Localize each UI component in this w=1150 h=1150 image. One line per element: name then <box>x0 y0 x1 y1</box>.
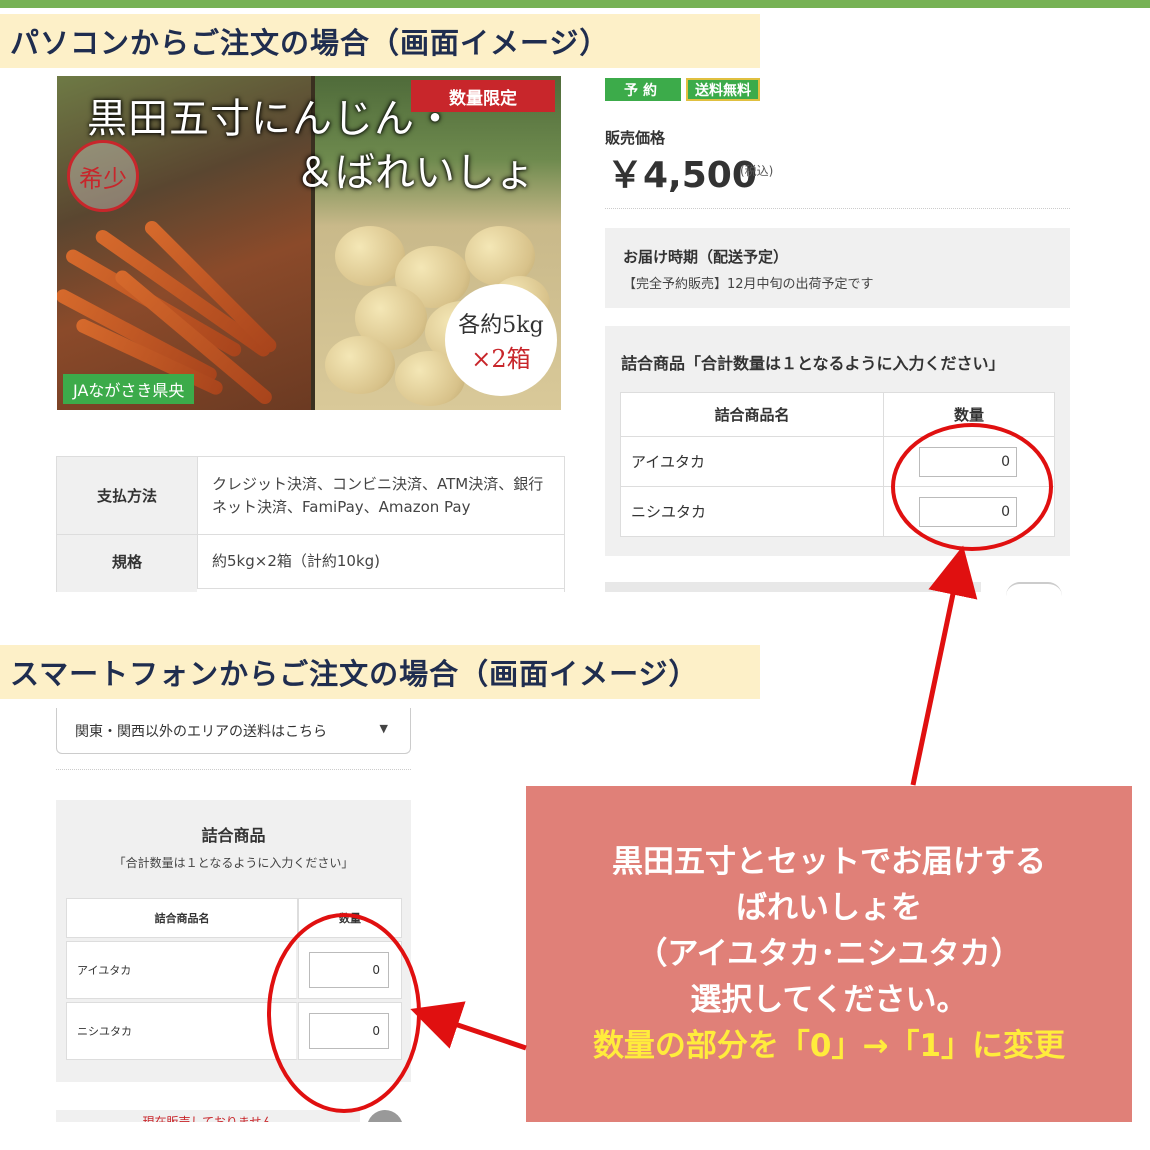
table-row: ニシユタカ 0 <box>620 486 1055 537</box>
cart-button-partial[interactable] <box>605 582 981 592</box>
table-row: 規格 約5kg×2箱（計約10kg) <box>56 534 565 589</box>
table-row: 支払方法 クレジット決済、コンビニ決済、ATM決済、銀行ネット決済、FamiPa… <box>56 456 565 535</box>
quantity-cell: 0 <box>883 486 1055 537</box>
weight-line1: 各約5kg <box>458 312 544 338</box>
col-quantity: 数量 <box>883 392 1055 437</box>
favorite-button-partial[interactable] <box>1006 582 1062 596</box>
table-row: アイユタカ 0 <box>66 941 402 999</box>
quantity-input[interactable]: 0 <box>309 952 389 988</box>
sp-section-heading: スマートフォンからご注文の場合（画面イメージ） <box>0 645 760 699</box>
col-product-name: 詰合商品名 <box>66 898 298 938</box>
table-row: アイユタカ 0 <box>620 436 1055 487</box>
table-header-row: 詰合商品名 数量 <box>66 898 402 938</box>
delivery-label: お届け時期（配送予定） <box>623 248 789 266</box>
annotation-callout: 黒田五寸とセットでお届けする ばれいしょを （アイユタカ･ニシユタカ） 選択して… <box>526 786 1132 1122</box>
sp-assortment-table: 詰合商品名 数量 アイユタカ 0 ニシユタカ 0 <box>66 895 402 1063</box>
delivery-info: お届け時期（配送予定） 【完全予約販売】12月中旬の出荷予定です <box>605 228 1070 308</box>
sp-assortment-title: 詰合商品 <box>201 826 266 845</box>
product-name: ニシユタカ <box>66 1002 298 1060</box>
quantity-input[interactable]: 0 <box>919 496 1017 527</box>
annotation-line: ばれいしょを <box>736 890 922 926</box>
quantity-input[interactable]: 0 <box>309 1013 389 1049</box>
product-name: アイユタカ <box>620 436 884 487</box>
free-shipping-badge: 送料無料 <box>686 78 760 101</box>
heart-icon[interactable] <box>367 1110 403 1122</box>
arrow-to-pc <box>910 545 978 786</box>
quantity-input[interactable]: 0 <box>919 446 1017 477</box>
pc-assortment-table: 詰合商品名 数量 アイユタカ 0 ニシユタカ 0 <box>620 392 1055 537</box>
sp-assortment-panel: 詰合商品 「合計数量は１となるように入力ください」 詰合商品名 数量 アイユタカ… <box>56 800 411 1082</box>
divider <box>605 208 1070 209</box>
price-label: 販売価格 <box>605 129 666 147</box>
col-quantity: 数量 <box>298 898 402 938</box>
sp-section-heading-text: スマートフォンからご注文の場合（画面イメージ） <box>10 657 699 691</box>
price: ￥4,500 <box>607 155 757 196</box>
annotation-highlight: 数量の部分を「0」→「1」に変更 <box>592 1028 1066 1064</box>
info-label: 規格 <box>56 534 198 589</box>
limited-badge: 数量限定 <box>411 80 555 112</box>
product-info-table: 支払方法 クレジット決済、コンビニ決済、ATM決済、銀行ネット決済、FamiPa… <box>56 456 565 589</box>
table-continuation-border <box>56 588 565 592</box>
tax-note: (税込) <box>740 164 774 178</box>
product-name: アイユタカ <box>66 941 298 999</box>
image-title-line2: ＆ばれいしょ <box>295 150 535 196</box>
arrow-to-sp <box>410 1001 527 1051</box>
quantity-cell: 0 <box>298 1002 402 1060</box>
col-product-name: 詰合商品名 <box>620 392 884 437</box>
dropdown-arrow-icon: ▼ <box>379 722 388 735</box>
top-accent-bar <box>0 0 1150 8</box>
delivery-text: 【完全予約販売】12月中旬の出荷予定です <box>623 277 874 292</box>
shipping-area-select[interactable]: 関東・関西以外のエリアの送料はこちら ▼ <box>56 708 411 754</box>
quantity-cell: 0 <box>298 941 402 999</box>
annotation-line: 選択してください。 <box>690 982 968 1018</box>
annotation-line: 黒田五寸とセットでお届けする <box>612 844 1046 880</box>
info-label: 支払方法 <box>56 456 198 535</box>
pc-assortment-title: 詰合商品「合計数量は１となるように入力ください」 <box>621 354 1005 373</box>
product-image: 黒田五寸にんじん・ ＆ばれいしょ 数量限定 希少 各約5kg ×2箱 JAながさ… <box>57 76 561 410</box>
image-title-line1: 黒田五寸にんじん・ <box>87 96 456 142</box>
table-header-row: 詰合商品名 数量 <box>620 392 1055 437</box>
pc-section-heading: パソコンからご注文の場合（画面イメージ） <box>0 14 760 68</box>
info-value: クレジット決済、コンビニ決済、ATM決済、銀行ネット決済、FamiPay、Ama… <box>197 456 565 535</box>
table-row: ニシユタカ 0 <box>66 1002 402 1060</box>
pc-assortment-panel: 詰合商品「合計数量は１となるように入力ください」 詰合商品名 数量 アイユタカ … <box>605 326 1070 556</box>
rare-stamp: 希少 <box>67 140 139 212</box>
sp-assortment-subtitle: 「合計数量は１となるように入力ください」 <box>113 856 354 870</box>
pc-section-heading-text: パソコンからご注文の場合（画面イメージ） <box>10 26 610 60</box>
shipping-area-select-label: 関東・関西以外のエリアの送料はこちら <box>75 723 327 740</box>
divider <box>56 769 411 770</box>
product-name: ニシユタカ <box>620 486 884 537</box>
info-value: 約5kg×2箱（計約10kg) <box>197 534 565 589</box>
weight-line2: ×2箱 <box>471 344 531 373</box>
reserve-badge: 予約 <box>605 78 681 101</box>
annotation-line: （アイユタカ･ニシユタカ） <box>636 936 1022 972</box>
producer-badge: JAながさき県央 <box>63 374 195 404</box>
quantity-cell: 0 <box>883 436 1055 487</box>
soldout-button-partial[interactable]: 現在販売しておりません <box>56 1110 360 1122</box>
weight-circle: 各約5kg ×2箱 <box>445 284 557 396</box>
